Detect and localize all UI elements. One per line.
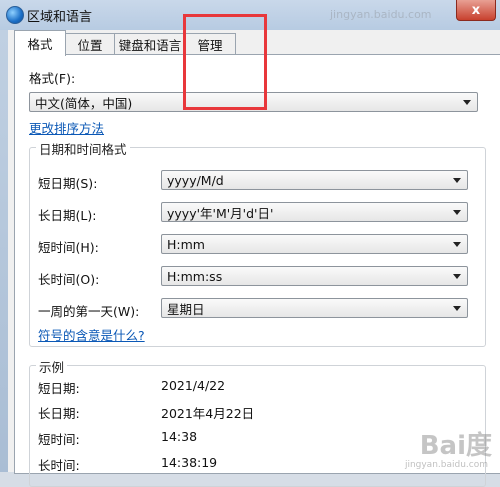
long-date-label: 长日期(L): xyxy=(38,208,97,223)
example-short-time-value: 14:38 xyxy=(161,429,198,444)
close-button[interactable]: x xyxy=(456,0,496,21)
background-url-text: jingyan.baidu.com xyxy=(330,8,432,21)
change-sort-link[interactable]: 更改排序方法 xyxy=(29,118,104,137)
short-date-select[interactable]: yyyy/M/d xyxy=(161,170,468,190)
datetime-group-title: 日期和时间格式 xyxy=(36,139,130,158)
long-time-select[interactable]: H:mm:ss xyxy=(161,266,468,286)
long-date-value: yyyy'年'M'月'd'日' xyxy=(167,205,274,221)
example-long-date-label: 长日期: xyxy=(38,406,80,421)
tab-keyboard-language[interactable]: 键盘和语言 xyxy=(114,33,186,54)
chevron-down-icon xyxy=(453,210,461,215)
globe-icon xyxy=(6,6,24,24)
example-short-time-label: 短时间: xyxy=(38,432,80,447)
left-window-strip xyxy=(0,30,8,472)
baidu-watermark-url: jingyan.baidu.com xyxy=(404,460,488,470)
first-day-label: 一周的第一天(W): xyxy=(38,304,140,319)
short-date-value: yyyy/M/d xyxy=(167,172,224,188)
long-time-value: H:mm:ss xyxy=(167,268,223,284)
chevron-down-icon xyxy=(453,306,461,311)
format-select-value: 中文(简体，中国) xyxy=(35,95,133,111)
first-day-select[interactable]: 星期日 xyxy=(161,298,468,318)
chevron-down-icon xyxy=(453,242,461,247)
datetime-format-group: 日期和时间格式 短日期(S): yyyy/M/d 长日期(L): yyyy'年'… xyxy=(29,139,486,347)
short-time-select[interactable]: H:mm xyxy=(161,234,468,254)
highlight-box xyxy=(183,14,267,110)
example-short-date-label: 短日期: xyxy=(38,381,80,396)
first-day-value: 星期日 xyxy=(167,301,205,317)
chevron-down-icon xyxy=(453,178,461,183)
tab-location[interactable]: 位置 xyxy=(64,33,116,54)
format-label: 格式(F): xyxy=(29,71,76,86)
example-long-time-value: 14:38:19 xyxy=(161,455,218,470)
window-title: 区域和语言 xyxy=(27,10,93,25)
format-tab-panel: 格式(F): 中文(简体，中国) 更改排序方法 日期和时间格式 短日期(S): … xyxy=(14,54,500,487)
tab-format[interactable]: 格式 xyxy=(14,30,66,56)
chevron-down-icon xyxy=(453,274,461,279)
short-date-label: 短日期(S): xyxy=(38,176,98,191)
tab-label: 格式 xyxy=(27,37,53,52)
symbol-meaning-link[interactable]: 符号的含意是什么? xyxy=(38,325,145,344)
long-time-label: 长时间(O): xyxy=(38,272,100,287)
long-date-select[interactable]: yyyy'年'M'月'd'日' xyxy=(161,202,468,222)
chevron-down-icon xyxy=(463,100,471,105)
examples-group-title: 示例 xyxy=(36,357,68,376)
baidu-watermark: Bai度 xyxy=(419,431,492,461)
close-icon: x xyxy=(471,2,481,18)
example-short-date-value: 2021/4/22 xyxy=(161,378,226,393)
example-long-time-label: 长时间: xyxy=(38,458,80,473)
tab-label: 键盘和语言 xyxy=(118,37,182,53)
short-time-label: 短时间(H): xyxy=(38,240,99,255)
short-time-value: H:mm xyxy=(167,236,205,252)
example-long-date-value: 2021年4月22日 xyxy=(161,406,255,421)
tab-label: 位置 xyxy=(77,37,103,53)
